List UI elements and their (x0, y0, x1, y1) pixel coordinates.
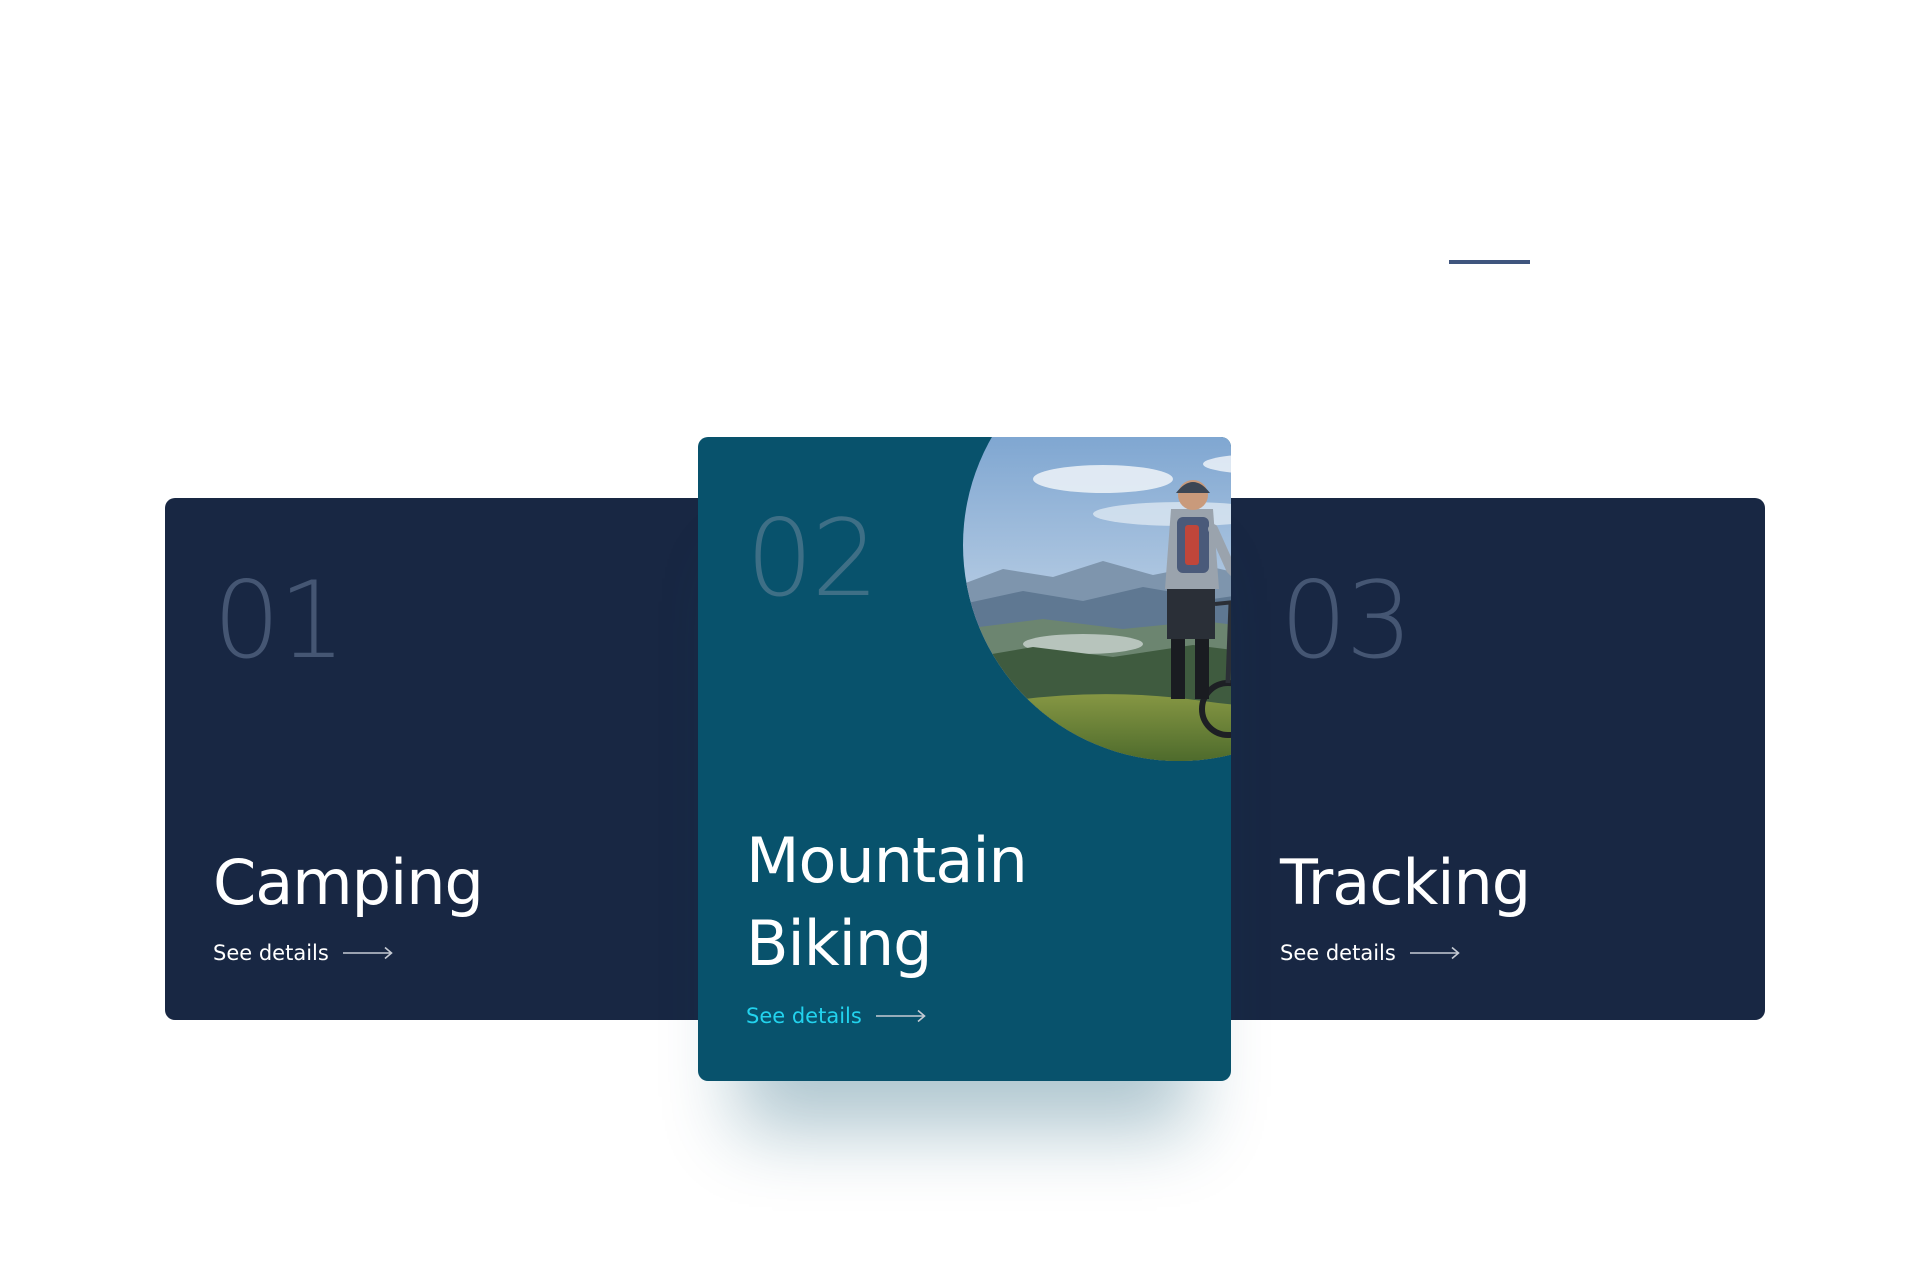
service-card-camping[interactable]: 01 Camping See details (165, 498, 731, 1020)
service-card-tracking[interactable]: 03 Tracking See details (1199, 498, 1765, 1020)
card-title: Tracking (1280, 846, 1531, 919)
card-number: 03 (1280, 559, 1413, 682)
see-details-label: See details (746, 1004, 862, 1028)
see-details-link[interactable]: See details (746, 1004, 926, 1028)
arrow-right-icon (1409, 946, 1460, 960)
see-details-link[interactable]: See details (213, 941, 393, 965)
see-details-label: See details (213, 941, 329, 965)
see-details-link[interactable]: See details (1280, 941, 1460, 965)
card-title: Camping (213, 846, 484, 919)
mountain-biker-photo (963, 437, 1231, 761)
see-details-label: See details (1280, 941, 1396, 965)
arrow-right-icon (875, 1009, 926, 1023)
arrow-right-icon (342, 946, 393, 960)
card-title: Mountain Biking (746, 824, 1028, 980)
page: 01 Camping See details 03 Tracking See d… (0, 0, 1920, 1276)
accent-divider (1449, 260, 1530, 264)
card-number: 02 (746, 497, 879, 620)
card-number: 01 (213, 559, 346, 682)
service-card-mountain-biking[interactable]: 02 Mountain Biking See details (698, 437, 1231, 1081)
